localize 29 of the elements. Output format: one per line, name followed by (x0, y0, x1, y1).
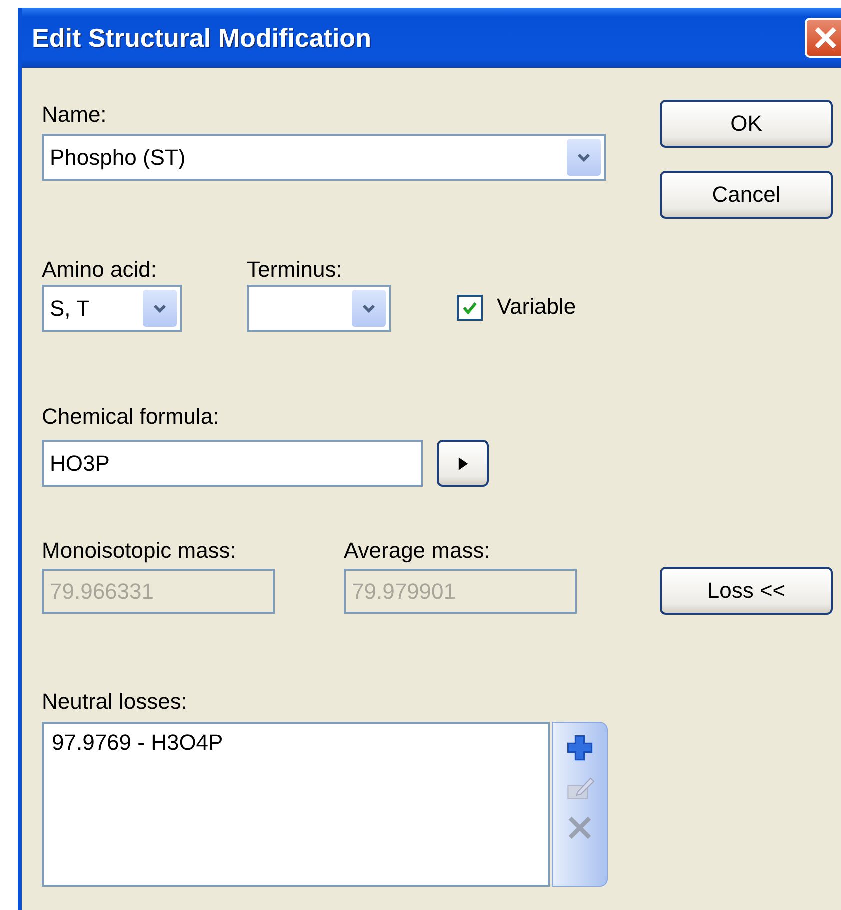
field-label: Neutral losses: (42, 689, 189, 715)
loss-button[interactable]: Loss << (660, 567, 833, 615)
field-label: Terminus: (247, 257, 344, 283)
dropdown-button[interactable] (143, 290, 177, 327)
checkbox[interactable] (457, 295, 483, 321)
dropdown-button[interactable] (567, 139, 601, 176)
close-icon[interactable] (805, 18, 841, 58)
field-label: Chemical formula: (42, 404, 220, 430)
field-label: Name: (42, 102, 108, 128)
ok-button[interactable]: OK (660, 100, 833, 148)
play-icon (458, 456, 468, 472)
check-icon (462, 300, 478, 316)
checkbox-label: Variable (497, 294, 576, 320)
terminus-dropdown[interactable] (247, 285, 391, 332)
plus-icon[interactable] (565, 733, 595, 763)
formula-field[interactable]: HO3P (42, 440, 423, 487)
neutral-losses-list[interactable]: 97.9769 - H3O4P (42, 722, 550, 887)
combo-value: Phospho (ST) (50, 144, 187, 170)
combo-value: S, T (50, 296, 91, 322)
window-title: Edit Structural Modification (31, 22, 372, 54)
list-item[interactable]: 97.9769 - H3O4P (52, 730, 224, 756)
field-label: Amino acid: (42, 257, 158, 283)
cancel-button[interactable]: Cancel (660, 171, 833, 219)
field-label: Average mass: (344, 538, 492, 564)
field-label: Monoisotopic mass: (42, 538, 238, 564)
amino-acid-dropdown[interactable]: S, T (42, 285, 182, 332)
name-dropdown[interactable]: Phospho (ST) (42, 134, 606, 181)
dropdown-button[interactable] (352, 290, 386, 327)
arrow-button[interactable] (437, 440, 489, 487)
